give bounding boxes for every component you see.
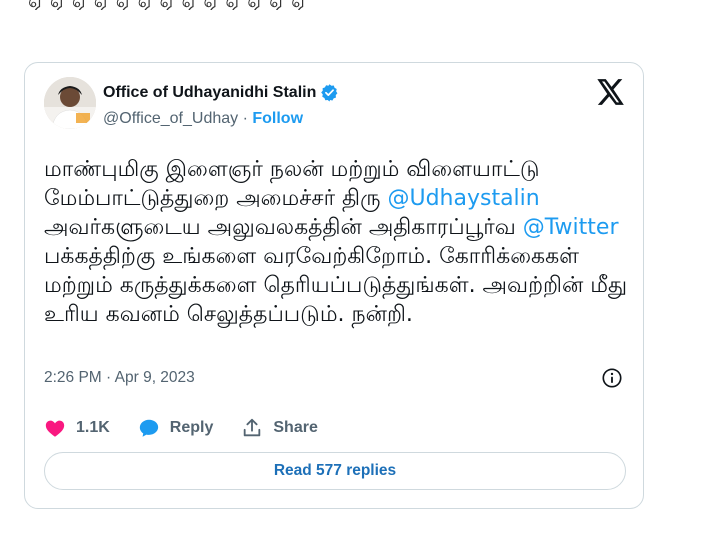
- read-replies-button[interactable]: Read 577 replies: [44, 452, 626, 490]
- tweet-text-segment: பக்கத்திற்கு உங்களை வரவேற்கிறோம். கோரிக்…: [44, 244, 628, 327]
- separator: ·: [238, 110, 253, 127]
- tweet-card: Office of Udhayanidhi Stalin @Office_of_…: [24, 62, 644, 509]
- tweet-text: மாண்புமிகு இளைஞர் நலன் மற்றும் விளையாட்ட…: [44, 155, 634, 329]
- x-logo-icon[interactable]: [597, 79, 625, 105]
- reply-label: Reply: [169, 419, 214, 436]
- action-bar: 1.1K Reply Share: [44, 417, 346, 439]
- info-icon[interactable]: [601, 367, 623, 389]
- mention-link-twitter[interactable]: @Twitter: [523, 215, 619, 240]
- avatar-image: [44, 77, 96, 129]
- handle[interactable]: @Office_of_Udhay: [103, 110, 238, 127]
- mention-link-udhaystalin[interactable]: @Udhaystalin: [387, 186, 539, 211]
- reply-bubble-icon: [139, 419, 158, 437]
- display-name[interactable]: Office of Udhayanidhi Stalin: [103, 84, 316, 102]
- share-label: Share: [273, 419, 318, 436]
- follow-button[interactable]: Follow: [252, 110, 303, 127]
- cropped-text-strip: ஏ ஏ ஏ ஏ ஏ ஏ ஏ ஏ ஏ ஏ ஏ ஏ ஏ: [0, 0, 720, 10]
- like-count: 1.1K: [76, 419, 110, 436]
- avatar[interactable]: [44, 77, 96, 129]
- like-button[interactable]: 1.1K: [44, 417, 110, 439]
- share-button[interactable]: Share: [241, 417, 318, 439]
- reply-button[interactable]: Reply: [138, 417, 214, 439]
- heart-icon: [45, 420, 65, 437]
- verified-badge-icon: [320, 83, 339, 102]
- tweet-text-segment: அவர்களுடைய அலுவலகத்தின் அதிகாரப்பூர்வ: [44, 215, 523, 240]
- share-icon: [244, 418, 261, 437]
- timestamp[interactable]: 2:26 PM · Apr 9, 2023: [44, 369, 195, 387]
- handle-row: @Office_of_Udhay · Follow: [103, 110, 303, 128]
